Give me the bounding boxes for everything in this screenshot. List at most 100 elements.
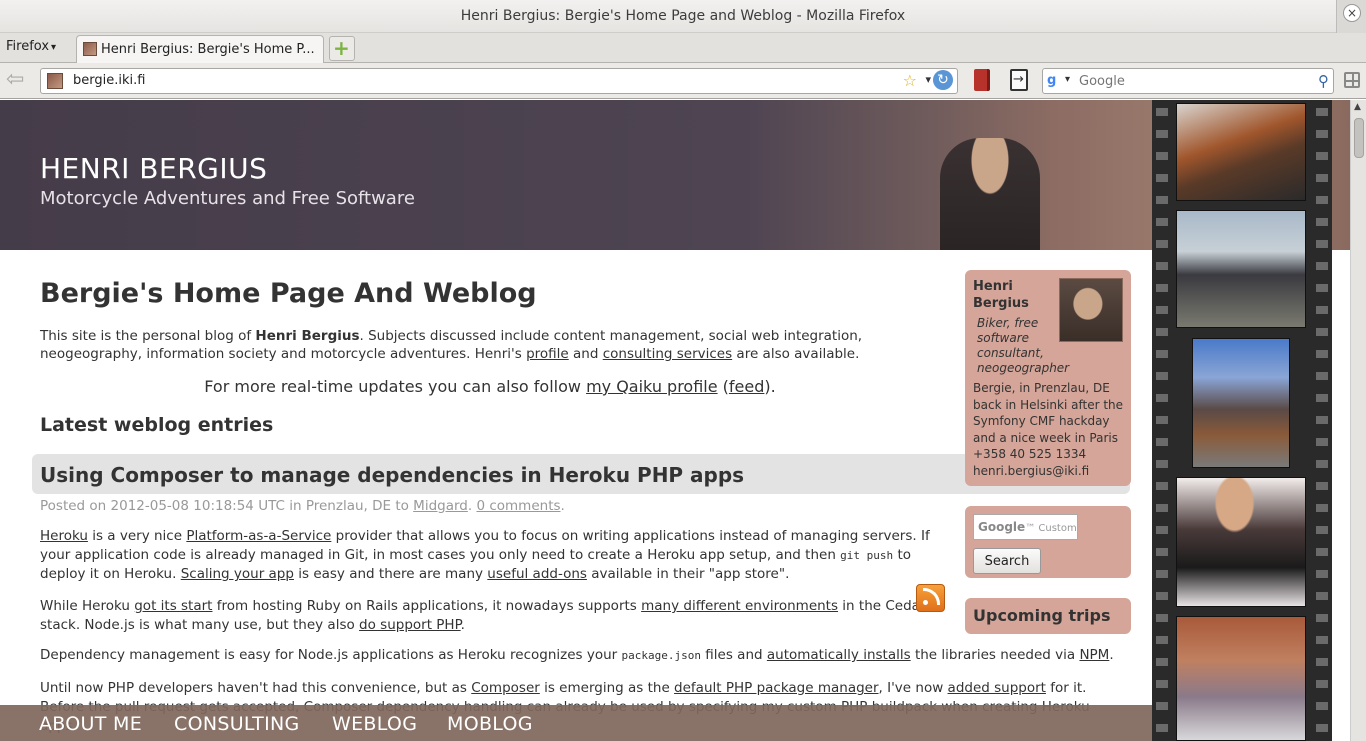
auto-installs-link[interactable]: automatically installs (767, 647, 911, 663)
php-support-link[interactable]: do support PHP (359, 617, 461, 633)
back-button[interactable]: ⇦ (6, 69, 32, 93)
moblog-photo[interactable] (1192, 338, 1290, 468)
paragraph-text: is emerging as the (539, 680, 675, 696)
paragraph-text: is a very nice (87, 528, 187, 544)
site-search-box: Google™ Custom Search Search (965, 506, 1131, 578)
author-name: Henri Bergius (255, 328, 360, 344)
nav-item-about-me[interactable]: ABOUT ME (39, 713, 142, 735)
favicon-icon (83, 42, 97, 56)
environments-link[interactable]: many different environments (641, 598, 838, 614)
profile-status: Bergie, in Prenzlau, DE back in Helsinki… (973, 380, 1123, 479)
search-icon[interactable]: ⚲ (1318, 72, 1329, 90)
site-title[interactable]: HENRI BERGIUS (40, 152, 267, 185)
qaiku-feed-link[interactable]: feed (729, 377, 764, 396)
npm-link[interactable]: NPM (1079, 647, 1109, 663)
upcoming-trips-box: Upcoming trips (965, 598, 1131, 634)
package-manager-link[interactable]: default PHP package manager (674, 680, 878, 696)
post-paragraph: While Heroku got its start from hosting … (40, 597, 940, 635)
page-scrollbar[interactable]: ▲ (1350, 100, 1366, 741)
comments-link[interactable]: 0 comments (476, 498, 560, 514)
scrollbar-thumb[interactable] (1354, 118, 1364, 158)
qaiku-profile-link[interactable]: my Qaiku profile (586, 377, 718, 396)
profile-name: Henri Bergius (973, 279, 1029, 311)
status-text: Bergie, in Prenzlau, DE back in Helsinki… (973, 381, 1124, 445)
window-close-button[interactable]: × (1336, 0, 1366, 33)
reload-icon[interactable]: ↻ (933, 70, 953, 90)
intro-text: and (568, 346, 603, 362)
moblog-photo[interactable] (1176, 477, 1306, 607)
paragraph-text: . (1109, 647, 1114, 663)
added-support-link[interactable]: added support (948, 680, 1046, 696)
email-address: henri.bergius@iki.fi (973, 463, 1090, 478)
paragraph-text: , I've now (878, 680, 948, 696)
profile-link[interactable]: profile (526, 346, 569, 362)
nav-item-consulting[interactable]: CONSULTING (174, 713, 300, 735)
tab-bar: Firefox ▾ Henri Bergius: Bergie's Home P.… (0, 33, 1366, 63)
bookmark-star-icon[interactable]: ☆ (903, 71, 917, 90)
site-header: HENRI BERGIUS Motorcycle Adventures and … (0, 100, 1350, 250)
heroku-link[interactable]: Heroku (40, 528, 88, 544)
google-engine-icon[interactable]: g (1047, 73, 1063, 89)
browser-tab-active[interactable]: Henri Bergius: Bergie's Home P... (76, 35, 324, 63)
got-its-start-link[interactable]: got its start (134, 598, 212, 614)
post-paragraph: Dependency management is easy for Node.j… (40, 646, 1120, 665)
paragraph-text: is easy and there are many (293, 566, 488, 582)
moblog-photo[interactable] (1176, 103, 1306, 201)
nav-item-moblog[interactable]: MOBLOG (447, 713, 533, 735)
intro-paragraph: This site is the personal blog of Henri … (40, 327, 940, 363)
paragraph-text: available in their "app store". (586, 566, 790, 582)
site-identity-icon[interactable] (47, 73, 63, 89)
web-search-bar[interactable]: g ▾ ⚲ (1042, 68, 1334, 94)
phone-number: +358 40 525 1334 (973, 447, 1087, 461)
moblog-photo[interactable] (1176, 616, 1306, 741)
web-search-input[interactable] (1079, 72, 1309, 90)
post-meta: Posted on 2012-05-08 10:18:54 UTC in Pre… (40, 498, 565, 514)
search-placeholder-text: Custom Search (1038, 523, 1077, 534)
category-link[interactable]: Midgard (413, 498, 468, 514)
paragraph-text: Until now PHP developers haven't had thi… (40, 680, 472, 696)
navigation-toolbar: ⇦ bergie.iki.fi ☆ ▾ ↻ g ▾ ⚲ (0, 63, 1366, 99)
page-title: Bergie's Home Page And Weblog (40, 278, 537, 309)
upcoming-trips-heading: Upcoming trips (973, 606, 1111, 625)
film-perforation-right (1316, 100, 1328, 741)
addons-link[interactable]: useful add-ons (487, 566, 587, 582)
profile-card: Henri Bergius Biker, free software consu… (965, 270, 1131, 486)
post-paragraph: Heroku is a very nice Platform-as-a-Serv… (40, 527, 940, 584)
page-viewport: HENRI BERGIUS Motorcycle Adventures and … (0, 100, 1350, 741)
qaiku-text: ( (717, 377, 729, 396)
site-search-input[interactable]: Google™ Custom Search (973, 514, 1078, 540)
extensions-grid-icon[interactable] (1344, 72, 1360, 88)
post-title[interactable]: Using Composer to manage dependencies in… (40, 463, 744, 487)
paragraph-text: Dependency management is easy for Node.j… (40, 647, 622, 663)
bottom-navigation: ABOUT ME CONSULTING WEBLOG MOBLOG (0, 705, 1152, 741)
paas-link[interactable]: Platform-as-a-Service (186, 528, 331, 544)
downloads-icon[interactable] (1010, 69, 1028, 91)
post-meta-text: Posted on 2012-05-08 10:18:54 UTC in Pre… (40, 498, 414, 514)
firefox-menu-button[interactable]: Firefox ▾ (6, 39, 56, 54)
latest-entries-heading: Latest weblog entries (40, 414, 274, 436)
moblog-photo[interactable] (1176, 210, 1306, 328)
firefox-menu-label: Firefox (6, 39, 50, 54)
composer-link[interactable]: Composer (471, 680, 540, 696)
new-tab-button[interactable]: + (329, 36, 355, 61)
rss-feed-icon[interactable] (916, 584, 945, 612)
avatar (1059, 278, 1123, 342)
paragraph-text: . (460, 617, 465, 633)
google-brand-text: Google (978, 520, 1026, 534)
scroll-up-icon[interactable]: ▲ (1354, 102, 1361, 112)
scaling-link[interactable]: Scaling your app (181, 566, 294, 582)
tab-label: Henri Bergius: Bergie's Home P... (101, 42, 315, 57)
bookmarks-icon[interactable] (974, 69, 990, 91)
intro-text: are also available. (732, 346, 860, 362)
paragraph-text: the libraries needed via (910, 647, 1080, 663)
paragraph-text: from hosting Ruby on Rails applications,… (212, 598, 642, 614)
paragraph-text: While Heroku (40, 598, 135, 614)
nav-item-weblog[interactable]: WEBLOG (332, 713, 417, 735)
plus-icon: + (333, 36, 350, 60)
url-bar[interactable]: bergie.iki.fi ☆ ▾ ↻ (40, 68, 958, 94)
consulting-link[interactable]: consulting services (603, 346, 732, 362)
search-button[interactable]: Search (973, 548, 1041, 574)
url-dropdown-icon[interactable]: ▾ (925, 73, 931, 86)
engine-dropdown-icon[interactable]: ▾ (1065, 74, 1070, 85)
url-text[interactable]: bergie.iki.fi (73, 73, 145, 88)
